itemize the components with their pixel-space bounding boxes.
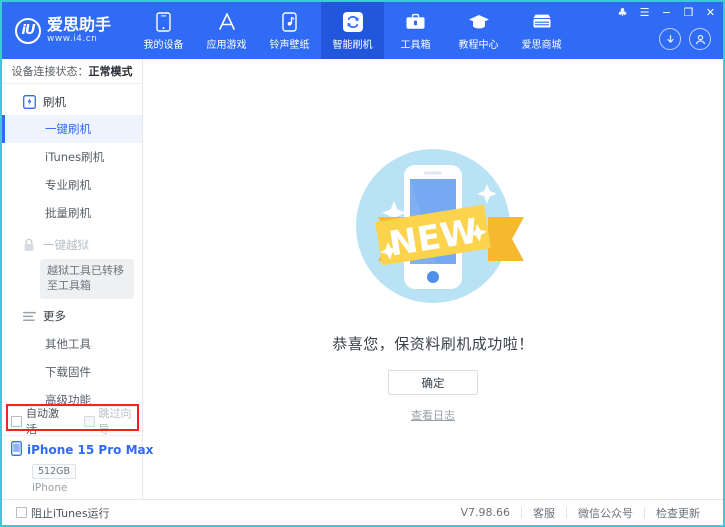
- tab-label: 教程中心: [458, 39, 499, 51]
- status-bar-left: 阻止iTunes运行: [16, 505, 110, 521]
- confirm-button[interactable]: 确定: [388, 370, 478, 395]
- refresh-icon: [342, 11, 364, 33]
- sidebar-options-row: 自动激活 跳过向导: [2, 405, 143, 437]
- main-content: NEW 恭喜您，保资料刷机成功啦！ 确定 查看日志: [143, 59, 723, 500]
- music-icon: [279, 11, 301, 33]
- sidebar-group-label: 更多: [43, 309, 66, 324]
- tab-label: 我的设备: [143, 39, 184, 51]
- sidebar-item-download-firmware[interactable]: 下载固件: [2, 358, 142, 386]
- new-badge-phone-illustration: NEW: [338, 131, 528, 321]
- skip-wizard-label: 跳过向导: [98, 407, 132, 436]
- app-header: iU 爱思助手 www.i4.cn 我的设备 应用游戏 铃声壁纸 智能刷机 工具…: [2, 2, 723, 59]
- tab-label: 工具箱: [400, 39, 431, 51]
- sidebar-item-batch-flash[interactable]: 批量刷机: [2, 199, 142, 227]
- sidebar-item-label: iTunes刷机: [45, 150, 105, 164]
- sidebar-item-other-tools[interactable]: 其他工具: [2, 330, 142, 358]
- phone-icon: [11, 441, 22, 459]
- close-icon[interactable]: ✕: [704, 6, 717, 19]
- status-bar: 阻止iTunes运行 V7.98.66 客服 微信公众号 检查更新: [2, 499, 723, 525]
- logo-url: www.i4.cn: [47, 33, 98, 44]
- jailbreak-tooltip: 越狱工具已转移至工具箱: [40, 259, 134, 299]
- sidebar-group-label: 一键越狱: [43, 237, 89, 252]
- tab-my-device[interactable]: 我的设备: [132, 2, 195, 59]
- sidebar-item-label: 专业刷机: [45, 178, 91, 192]
- checkbox-box-icon: [11, 415, 22, 427]
- phone-flash-icon: [22, 94, 36, 109]
- tab-label: 应用游戏: [206, 39, 247, 51]
- tab-tutorial-center[interactable]: 教程中心: [447, 2, 510, 59]
- device-name: iPhone 15 Pro Max: [27, 443, 154, 457]
- customer-service-link[interactable]: 客服: [522, 505, 566, 521]
- app-window: iU 爱思助手 www.i4.cn 我的设备 应用游戏 铃声壁纸 智能刷机 工具…: [0, 0, 725, 527]
- sidebar-group-jailbreak: 一键越狱: [2, 231, 142, 258]
- account-controls: [659, 28, 711, 50]
- appstore-icon: [216, 11, 238, 33]
- body-area: 设备连接状态： 正常模式 刷机 一键刷机 iTunes刷机 专业刷机 批量刷机: [2, 59, 723, 500]
- checkbox-box-icon: [83, 415, 95, 427]
- maximize-icon[interactable]: ❐: [682, 6, 695, 19]
- wechat-official-link[interactable]: 微信公众号: [567, 505, 644, 521]
- block-itunes-checkbox[interactable]: 阻止iTunes运行: [16, 505, 110, 521]
- device-name-row: iPhone 15 Pro Max: [11, 441, 153, 459]
- sidebar-item-label: 一键刷机: [45, 122, 91, 136]
- tab-apps-games[interactable]: 应用游戏: [195, 2, 258, 59]
- window-controls: ♣ ☰ − ❐ ✕: [616, 6, 717, 19]
- tab-label: 智能刷机: [332, 39, 373, 51]
- sidebar-item-label: 批量刷机: [45, 206, 91, 220]
- version-label: V7.98.66: [460, 506, 510, 519]
- tab-ringtones-wallpapers[interactable]: 铃声壁纸: [258, 2, 321, 59]
- sidebar-item-label: 其他工具: [45, 336, 91, 351]
- auto-activate-label: 自动激活: [26, 407, 59, 436]
- skin-icon[interactable]: ♣: [616, 6, 629, 19]
- checkbox-box-icon: [16, 507, 27, 518]
- device-type: iPhone: [32, 482, 68, 494]
- app-logo[interactable]: iU 爱思助手 www.i4.cn: [2, 2, 132, 59]
- sidebar-group-more: 更多: [2, 303, 142, 330]
- graduation-cap-icon: [468, 11, 490, 33]
- connection-status: 设备连接状态： 正常模式: [2, 59, 142, 84]
- tab-toolbox[interactable]: 工具箱: [384, 2, 447, 59]
- toolbox-icon: [405, 11, 427, 33]
- store-icon: [531, 11, 553, 33]
- sidebar-group-flash: 刷机: [2, 88, 142, 115]
- sidebar-item-label: 下载固件: [45, 364, 91, 379]
- auto-activate-checkbox[interactable]: 自动激活: [11, 405, 70, 437]
- skip-wizard-checkbox[interactable]: 跳过向导: [83, 405, 143, 437]
- view-log-link[interactable]: 查看日志: [411, 407, 455, 423]
- sidebar-item-pro-flash[interactable]: 专业刷机: [2, 171, 142, 199]
- sidebar-item-itunes-flash[interactable]: iTunes刷机: [2, 143, 142, 171]
- menu-icon[interactable]: ☰: [638, 6, 651, 19]
- sidebar: 设备连接状态： 正常模式 刷机 一键刷机 iTunes刷机 专业刷机 批量刷机: [2, 59, 153, 500]
- tab-smart-flash[interactable]: 智能刷机: [321, 2, 384, 59]
- device-capacity: 512GB: [32, 464, 77, 479]
- sidebar-group-label: 刷机: [43, 94, 66, 109]
- minimize-icon[interactable]: −: [660, 6, 673, 19]
- status-bar-right: V7.98.66 客服 微信公众号 检查更新: [460, 505, 711, 521]
- download-icon[interactable]: [659, 28, 681, 50]
- list-icon: [22, 309, 36, 323]
- main-nav: 我的设备 应用游戏 铃声壁纸 智能刷机 工具箱 教程中心 爱思商城: [132, 2, 573, 59]
- success-message: 恭喜您，保资料刷机成功啦！: [332, 335, 534, 353]
- user-avatar-icon[interactable]: [689, 28, 711, 50]
- tab-store[interactable]: 爱思商城: [510, 2, 573, 59]
- block-itunes-label: 阻止iTunes运行: [31, 506, 110, 520]
- connected-device-info[interactable]: iPhone 15 Pro Max 512GB iPhone: [2, 435, 153, 500]
- phone-icon: [153, 11, 175, 33]
- connection-status-label: 设备连接状态：: [11, 65, 89, 78]
- tab-label: 铃声壁纸: [269, 39, 310, 51]
- sidebar-item-one-key-flash[interactable]: 一键刷机: [2, 115, 142, 143]
- tab-label: 爱思商城: [521, 39, 562, 51]
- lock-icon: [22, 238, 36, 252]
- logo-mark-icon: iU: [15, 17, 41, 44]
- logo-name: 爱思助手: [47, 14, 112, 34]
- sidebar-bottom: 自动激活 跳过向导 iPhone 15 Pro Max 512GB iPhone: [2, 405, 153, 500]
- connection-status-value: 正常模式: [88, 65, 133, 78]
- check-update-link[interactable]: 检查更新: [645, 505, 711, 521]
